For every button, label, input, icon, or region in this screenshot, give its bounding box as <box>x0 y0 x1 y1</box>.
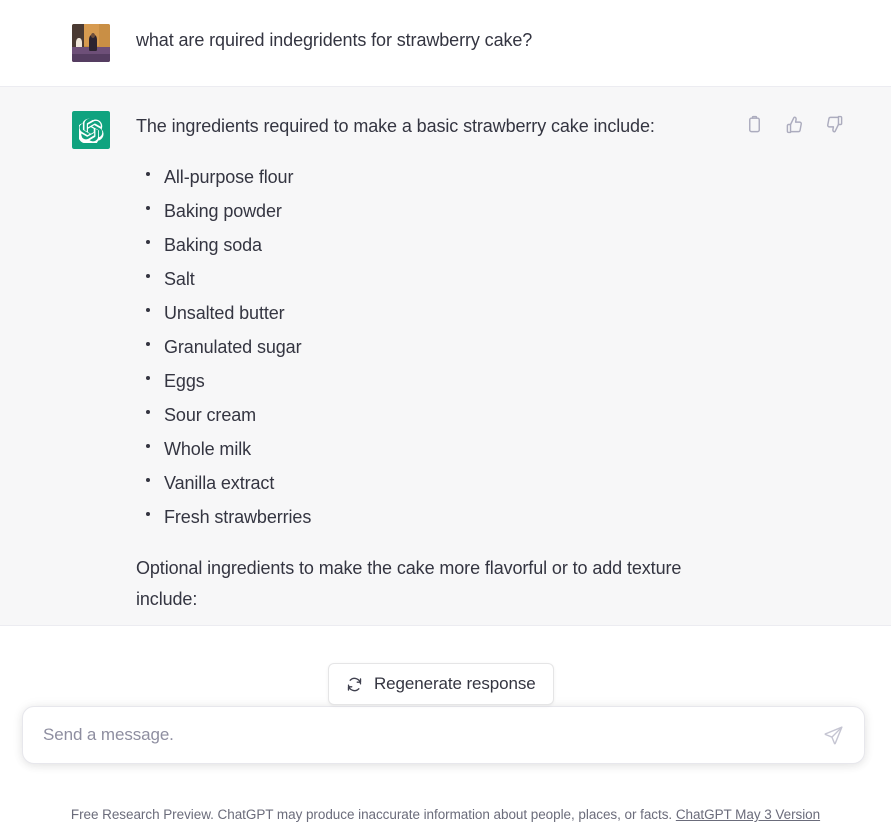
regenerate-response-label: Regenerate response <box>374 674 536 693</box>
list-item: Eggs <box>136 368 736 395</box>
list-item: Fresh strawberries <box>136 504 736 531</box>
list-item: All-purpose flour <box>136 164 736 191</box>
message-row-user: what are rquired indegridents for strawb… <box>0 0 891 87</box>
list-item: Unsalted butter <box>136 300 736 327</box>
send-button[interactable] <box>820 722 846 748</box>
ingredients-list: All-purpose flour Baking powder Baking s… <box>136 164 736 531</box>
thumbs-down-icon[interactable] <box>825 115 845 135</box>
assistant-intro-text: The ingredients required to make a basic… <box>136 116 655 136</box>
avatar-couch-base <box>72 54 110 62</box>
list-item: Salt <box>136 266 736 293</box>
user-photo-avatar <box>72 24 110 62</box>
composer-area: Free Research Preview. ChatGPT may produ… <box>0 706 891 831</box>
message-row-assistant: The ingredients required to make a basic… <box>0 87 891 626</box>
user-avatar <box>72 24 110 62</box>
assistant-avatar <box>72 111 110 149</box>
search-input[interactable] <box>41 725 820 745</box>
list-item: Vanilla extract <box>136 470 736 497</box>
list-item: Whole milk <box>136 436 736 463</box>
message-inner-user: what are rquired indegridents for strawb… <box>0 0 891 86</box>
thumbs-up-icon[interactable] <box>785 115 805 135</box>
assistant-outro-text: Optional ingredients to make the cake mo… <box>136 557 682 609</box>
message-inner-assistant: The ingredients required to make a basic… <box>0 87 891 625</box>
list-item: Sour cream <box>136 402 736 429</box>
version-link[interactable]: ChatGPT May 3 Version <box>676 807 820 822</box>
avatar-person-head <box>90 33 95 39</box>
user-message-text: what are rquired indegridents for strawb… <box>136 30 533 50</box>
assistant-message-body: The ingredients required to make a basic… <box>136 111 736 615</box>
message-action-buttons <box>745 115 845 135</box>
avatar-wall-right <box>98 24 110 48</box>
list-item: Baking powder <box>136 198 736 225</box>
footer-disclaimer: Free Research Preview. ChatGPT may produ… <box>0 807 891 822</box>
disclaimer-text: Free Research Preview. ChatGPT may produ… <box>70 807 673 822</box>
list-item: Baking soda <box>136 232 736 259</box>
user-message-body: what are rquired indegridents for strawb… <box>136 24 736 56</box>
conversation-scroll-area[interactable]: what are rquired indegridents for strawb… <box>0 0 891 710</box>
copy-icon[interactable] <box>745 115 765 135</box>
send-paper-plane-icon <box>823 725 844 746</box>
refresh-icon <box>346 676 363 693</box>
openai-logo-icon <box>72 111 110 149</box>
regenerate-response-button[interactable]: Regenerate response <box>328 663 554 705</box>
message-composer[interactable] <box>22 706 865 764</box>
list-item: Granulated sugar <box>136 334 736 361</box>
